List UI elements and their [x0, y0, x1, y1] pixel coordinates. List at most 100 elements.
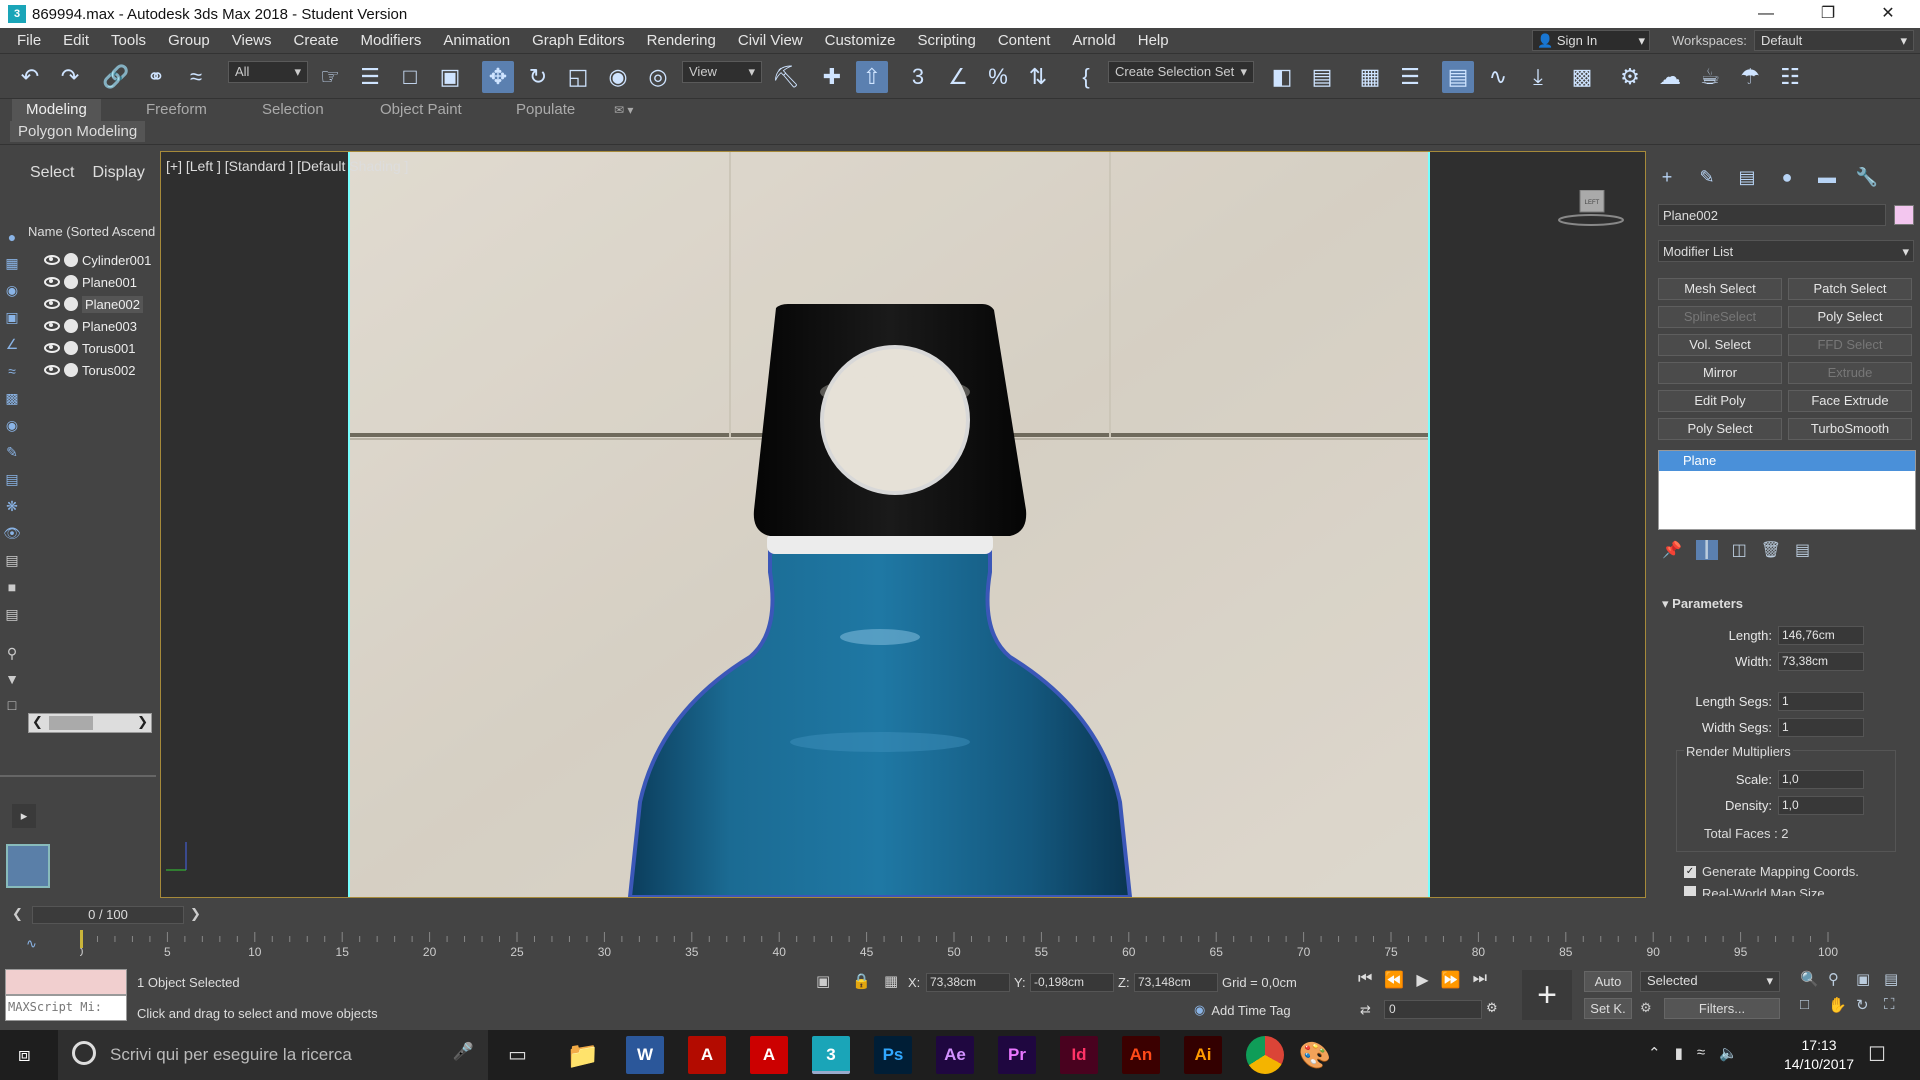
previous-frame-icon[interactable]: ⏪ — [1384, 970, 1404, 990]
isolate-selection-icon[interactable]: ▣ — [816, 972, 830, 990]
key-filters-icon[interactable]: ⚙ — [1640, 1000, 1652, 1016]
key-mode-icon[interactable]: ⇄ — [1360, 1002, 1371, 1018]
taskbar-app-icon[interactable]: W — [626, 1036, 664, 1074]
zoom-all-icon[interactable]: ⚲ — [1828, 970, 1856, 988]
maxscript-input[interactable]: MAXScript Mi: — [5, 995, 127, 1021]
current-frame-field[interactable]: 0 — [1384, 1000, 1482, 1019]
keyboard-shortcut-icon[interactable]: ⇧ — [856, 61, 888, 93]
pin-stack-icon[interactable]: 📌 — [1662, 540, 1682, 560]
scroll-thumb[interactable] — [49, 716, 93, 730]
current-frame-marker[interactable] — [80, 930, 83, 948]
volume-icon[interactable]: 🔈 — [1719, 1044, 1738, 1062]
filter-icon[interactable]: ▼ — [3, 671, 21, 689]
viewport-label[interactable]: [+] [Left ] [Standard ] [Default Shading… — [166, 158, 408, 174]
rendered-frame-icon[interactable]: ☁ — [1654, 61, 1686, 93]
pan-icon[interactable]: ✋ — [1828, 996, 1856, 1014]
menu-views[interactable]: Views — [221, 32, 283, 49]
generate-mapping-checkbox[interactable]: ✓ Generate Mapping Coords. — [1684, 864, 1859, 879]
zoom-icon[interactable]: 🔍 — [1800, 970, 1828, 988]
horizontal-scrollbar[interactable]: ❮ ❯ — [28, 713, 152, 733]
parameters-header[interactable]: ▾ Parameters — [1662, 596, 1743, 612]
zoom-extents-all-icon[interactable]: ▤ — [1884, 970, 1912, 988]
list-item[interactable]: Plane003 — [44, 316, 137, 336]
named-selection-set-select[interactable]: Create Selection Set ▾ — [1108, 61, 1254, 83]
viewport-layout-icon[interactable] — [6, 844, 50, 888]
taskbar-app-icon[interactable]: Ai — [1184, 1036, 1222, 1074]
align-icon[interactable]: ▤ — [1306, 61, 1338, 93]
motion-tab-icon[interactable]: ● — [1772, 167, 1802, 193]
real-world-map-checkbox[interactable]: Real-World Map Size — [1684, 886, 1825, 896]
width-spinner[interactable]: 73,38cm — [1778, 651, 1864, 671]
snaps-toggle-icon[interactable]: 3 — [902, 61, 934, 93]
modifier-button[interactable]: Patch Select — [1788, 278, 1912, 300]
tab-modeling[interactable]: Modeling — [12, 99, 101, 121]
utilities-tab-icon[interactable]: 🔧 — [1852, 167, 1882, 193]
select-manipulate-icon[interactable]: ✚ — [816, 61, 848, 93]
ribbon-toggle-icon[interactable]: ☰ — [1394, 61, 1426, 93]
name-column-header[interactable]: Name (Sorted Ascend — [28, 224, 155, 239]
time-slider-prev-icon[interactable]: ❮ — [12, 906, 23, 922]
display-lights-icon[interactable]: ▣ — [3, 309, 21, 327]
set-key-button[interactable]: Set K. — [1584, 998, 1632, 1019]
minimize-icon[interactable]: — — [1736, 0, 1796, 28]
select-object-icon[interactable]: ☞ — [314, 61, 346, 93]
menu-scripting[interactable]: Scripting — [906, 32, 986, 49]
density-spinner[interactable]: 1,0 — [1778, 795, 1864, 815]
tab-select[interactable]: Select — [24, 164, 74, 182]
freeze-dot-icon[interactable] — [64, 363, 78, 377]
spinner-snap-icon[interactable]: ⇅ — [1022, 61, 1054, 93]
ref-coord-select[interactable]: View ▾ — [682, 61, 762, 83]
freeze-dot-icon[interactable] — [64, 297, 78, 311]
freeze-dot-icon[interactable] — [64, 319, 78, 333]
selection-filter-select[interactable]: All ▾ — [228, 61, 308, 83]
modifier-list-select[interactable]: Modifier List ▾ — [1658, 240, 1914, 262]
layer-icon[interactable]: □ — [3, 697, 21, 715]
notifications-icon[interactable]: ☐ — [1868, 1042, 1886, 1067]
render-setup-icon[interactable]: ⚙ — [1614, 61, 1646, 93]
absolute-mode-icon[interactable]: ▦ — [884, 972, 898, 990]
display-containers-icon[interactable]: ▤ — [3, 471, 21, 489]
curve-editor-icon[interactable]: ∿ — [1482, 61, 1514, 93]
close-icon[interactable]: ✕ — [1858, 0, 1918, 28]
task-view-icon[interactable]: ▭ — [508, 1042, 527, 1067]
taskbar-app-icon[interactable]: Id — [1060, 1036, 1098, 1074]
tab-selection[interactable]: Selection — [262, 99, 324, 121]
pivot-icon[interactable]: ⛏ — [770, 61, 802, 93]
taskbar-app-icon[interactable]: Ae — [936, 1036, 974, 1074]
maximize-viewport-icon[interactable]: ⛶ — [1884, 996, 1912, 1014]
taskbar-app-icon[interactable]: Ps — [874, 1036, 912, 1074]
render-production-icon[interactable]: ☕ — [1694, 61, 1726, 93]
chevron-up-icon[interactable]: ⌃ — [1648, 1044, 1661, 1062]
modifier-button[interactable]: Poly Select — [1658, 418, 1782, 440]
tab-object-paint[interactable]: Object Paint — [380, 99, 462, 121]
field-of-view-icon[interactable]: □ — [1800, 996, 1828, 1014]
visibility-eye-icon[interactable] — [44, 255, 60, 265]
bind-space-warp-icon[interactable]: ≈ — [180, 61, 212, 93]
select-rotate-icon[interactable]: ↻ — [522, 61, 554, 93]
visibility-eye-icon[interactable] — [44, 365, 60, 375]
scene-explorer-icon[interactable]: ▤ — [1442, 61, 1474, 93]
menu-create[interactable]: Create — [283, 32, 350, 49]
display-children-icon[interactable]: ▤ — [3, 552, 21, 570]
render-cloud-icon[interactable]: ☂ — [1734, 61, 1766, 93]
z-coordinate-field[interactable]: 73,148cm — [1134, 973, 1218, 992]
add-time-tag[interactable]: ◉ Add Time Tag — [1194, 1002, 1291, 1018]
battery-icon[interactable]: ▮ — [1675, 1044, 1683, 1062]
ribbon-options-icon[interactable]: ✉ ▾ — [614, 99, 633, 121]
taskbar-app-icon[interactable]: Pr — [998, 1036, 1036, 1074]
stack-item-plane[interactable]: Plane — [1659, 451, 1915, 471]
viewcube-icon[interactable]: LEFT — [1558, 190, 1624, 226]
rect-selection-icon[interactable]: □ — [394, 61, 426, 93]
taskbar-app-icon[interactable]: An — [1122, 1036, 1160, 1074]
tab-freeform[interactable]: Freeform — [146, 99, 207, 121]
modifier-button[interactable]: Vol. Select — [1658, 334, 1782, 356]
menu-graph-editors[interactable]: Graph Editors — [521, 32, 636, 49]
filters-button[interactable]: Filters... — [1664, 998, 1780, 1019]
angle-snap-icon[interactable]: ∠ — [942, 61, 974, 93]
width-segs-spinner[interactable]: 1 — [1778, 717, 1864, 737]
modifier-button[interactable]: TurboSmooth — [1788, 418, 1912, 440]
menu-animation[interactable]: Animation — [432, 32, 521, 49]
file-explorer-icon[interactable]: 📁 — [564, 1036, 602, 1074]
modifier-button[interactable]: Mirror — [1658, 362, 1782, 384]
menu-content[interactable]: Content — [987, 32, 1062, 49]
